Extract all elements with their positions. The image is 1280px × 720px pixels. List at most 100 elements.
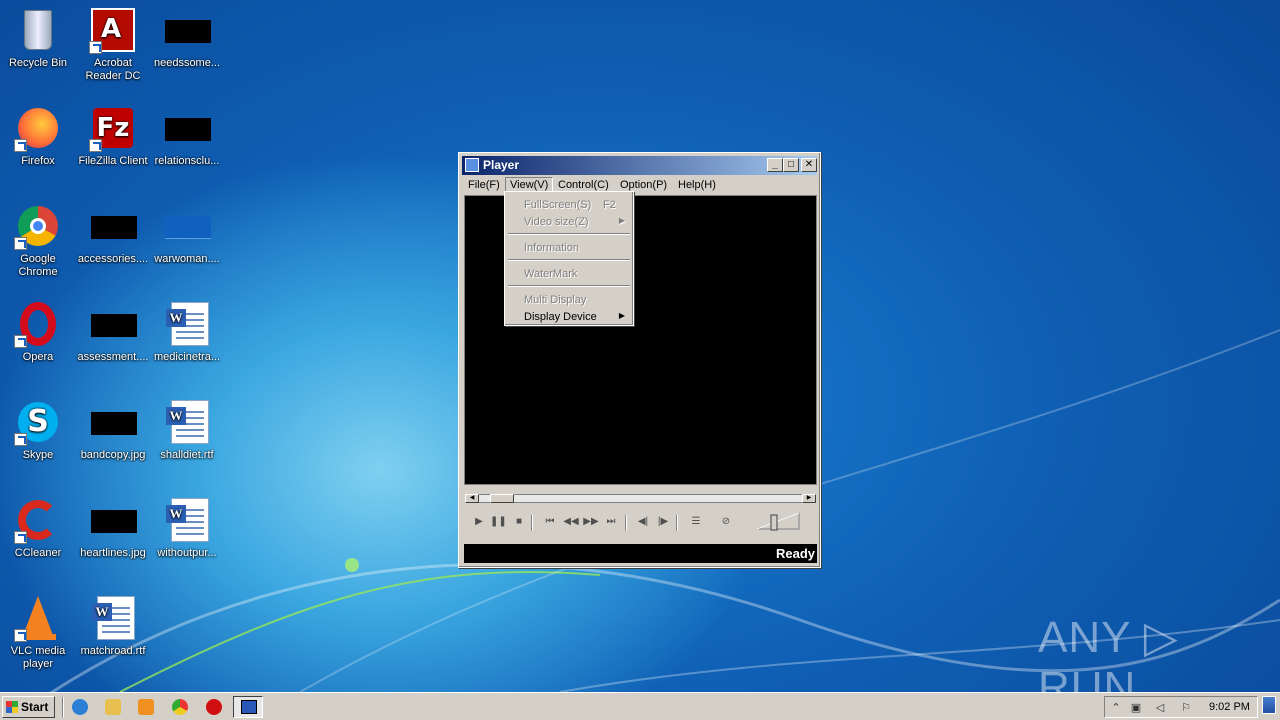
view-menu-item[interactable]: FullScreen(S) F2 [507, 196, 631, 213]
desktop-icon-black[interactable]: needssome... [149, 6, 225, 70]
minimize-button[interactable]: _ [767, 158, 783, 172]
desktop-icon-label: Acrobat Reader DC [85, 57, 141, 82]
desktop-icon-opera[interactable]: Opera [0, 300, 76, 364]
explorer-icon[interactable] [105, 699, 121, 715]
stop-icon[interactable]: ■ [511, 515, 527, 529]
chrome-icon [14, 202, 62, 250]
skip-start-icon[interactable]: ⏮ [542, 515, 558, 529]
shortcut-arrow-icon [14, 629, 27, 642]
start-label: Start [21, 700, 49, 714]
desktop-icon-firefox[interactable]: Firefox [0, 104, 76, 168]
ie-icon[interactable] [72, 699, 88, 715]
control-separator [531, 515, 533, 531]
menu-item-label: Multi Display [524, 294, 587, 306]
desktop-icon-black[interactable]: relationsclu... [149, 104, 225, 168]
desktop-icon-chrome[interactable]: Google Chrome [0, 202, 76, 279]
menu-help[interactable]: Help(H) [673, 177, 721, 194]
view-menu-item[interactable]: Video size(Z) ▶ [507, 213, 631, 230]
menu-file[interactable]: File(F) [463, 177, 505, 194]
flag-icon[interactable]: ⚐ [1179, 701, 1193, 715]
chrome-icon[interactable] [172, 699, 188, 715]
volume-icon[interactable]: ◁ [1153, 701, 1167, 715]
recycle-icon [14, 6, 62, 54]
taskbar: Start ⌃ ▣ ◁ ⚐ 9:02 PM [0, 692, 1280, 720]
volume-slider[interactable] [755, 511, 801, 531]
view-menu-item[interactable]: Information [507, 239, 631, 256]
view-menu-item[interactable]: WaterMark [507, 265, 631, 282]
desktop-icon-label: accessories.... [77, 253, 149, 265]
word-icon: W [163, 398, 211, 446]
taskbar-player-button[interactable] [233, 696, 263, 718]
desktop-icon-blue[interactable]: warwoman.... [149, 202, 225, 266]
desktop-icon-black[interactable]: assessment.... [75, 300, 151, 364]
fast-forward-icon[interactable]: ▶▶ [583, 515, 599, 529]
player-titlebar[interactable]: Player _ □ ✕ [462, 156, 817, 175]
seek-left-button[interactable]: ◀ [465, 494, 479, 503]
clock[interactable]: 9:02 PM [1209, 701, 1250, 713]
shortcut-arrow-icon [14, 237, 27, 250]
view-menu-item[interactable]: Display Device ▶ [507, 308, 631, 325]
desktop-icon-label: assessment.... [77, 351, 149, 363]
pause-icon[interactable]: ❚❚ [490, 515, 507, 529]
control-separator [625, 515, 627, 531]
desktop-icon-acrobat[interactable]: A Acrobat Reader DC [75, 6, 151, 83]
desktop-icon-label: FileZilla Client [78, 155, 148, 167]
desktop-icon-label: Google Chrome [18, 253, 58, 278]
player-app-icon [465, 158, 479, 172]
word-icon: W [163, 496, 211, 544]
frame-back-icon[interactable]: ◀| [635, 515, 651, 529]
network-icon[interactable]: ▣ [1129, 701, 1143, 715]
black-icon [89, 496, 137, 544]
seek-right-button[interactable]: ▶ [802, 494, 816, 503]
close-button[interactable]: ✕ [801, 158, 817, 172]
view-menu-item[interactable]: Multi Display [507, 291, 631, 308]
desktop-icon-ccleaner[interactable]: CCleaner [0, 496, 76, 560]
menu-item-label: FullScreen(S) [524, 199, 592, 211]
desktop-icon-word[interactable]: Wshalldiet.rtf [149, 398, 225, 462]
desktop-icon-recycle[interactable]: Recycle Bin [0, 6, 76, 70]
desktop-icon-word[interactable]: Wmatchroad.rtf [75, 594, 151, 658]
submenu-arrow-icon: ▶ [618, 216, 625, 225]
menu-item-label: Video size(Z) [524, 216, 589, 228]
desktop-icon-label: bandcopy.jpg [80, 449, 146, 461]
frame-forward-icon[interactable]: |▶ [655, 515, 671, 529]
play-icon[interactable]: ▶ [471, 515, 487, 529]
chevron-up-icon[interactable]: ⌃ [1109, 701, 1123, 715]
desktop-icon-vlc[interactable]: VLC media player [0, 594, 76, 671]
menu-separator [508, 285, 630, 287]
desktop-icon-label: shalldiet.rtf [160, 449, 214, 461]
shortcut-arrow-icon [14, 335, 27, 348]
player-title: Player [483, 158, 520, 172]
mute-icon[interactable]: ⊘ [718, 515, 734, 529]
word-icon: W [89, 594, 137, 642]
status-text: Ready [775, 546, 815, 561]
rewind-icon[interactable]: ◀◀ [563, 515, 579, 529]
skip-end-icon[interactable]: ⏭ [603, 515, 619, 529]
seek-thumb[interactable] [490, 494, 514, 503]
shortcut-arrow-icon [89, 41, 102, 54]
menu-separator [508, 233, 630, 235]
start-button[interactable]: Start [2, 696, 55, 718]
opera-icon[interactable] [206, 699, 222, 715]
status-bar: Ready [464, 544, 817, 563]
playlist-icon[interactable]: ☰ [688, 515, 704, 529]
desktop-icon-black[interactable]: heartlines.jpg [75, 496, 151, 560]
word-icon: W [163, 300, 211, 348]
desktop-icon-label: VLC media player [10, 645, 66, 670]
desktop-icon-filezilla[interactable]: Fz FileZilla Client [75, 104, 151, 168]
seek-bar[interactable]: ◀ ▶ [465, 494, 816, 503]
black-icon [89, 398, 137, 446]
menu-separator [508, 259, 630, 261]
desktop-icon-label: Skype [22, 449, 54, 461]
desktop-icon-word[interactable]: Wmedicinetra... [149, 300, 225, 364]
maximize-button[interactable]: □ [783, 158, 799, 172]
view-menu-dropdown: FullScreen(S) F2 Video size(Z) ▶ Information… [504, 191, 634, 326]
desktop-icon-skype[interactable]: S Skype [0, 398, 76, 462]
windows-flag-icon [6, 701, 18, 713]
filezilla-icon: Fz [89, 104, 137, 152]
desktop-icon-word[interactable]: Wwithoutpur... [149, 496, 225, 560]
media-player-icon[interactable] [138, 699, 154, 715]
desktop-icon-black[interactable]: bandcopy.jpg [75, 398, 151, 462]
desktop-icon-black[interactable]: accessories.... [75, 202, 151, 266]
show-desktop-button[interactable] [1262, 696, 1276, 714]
